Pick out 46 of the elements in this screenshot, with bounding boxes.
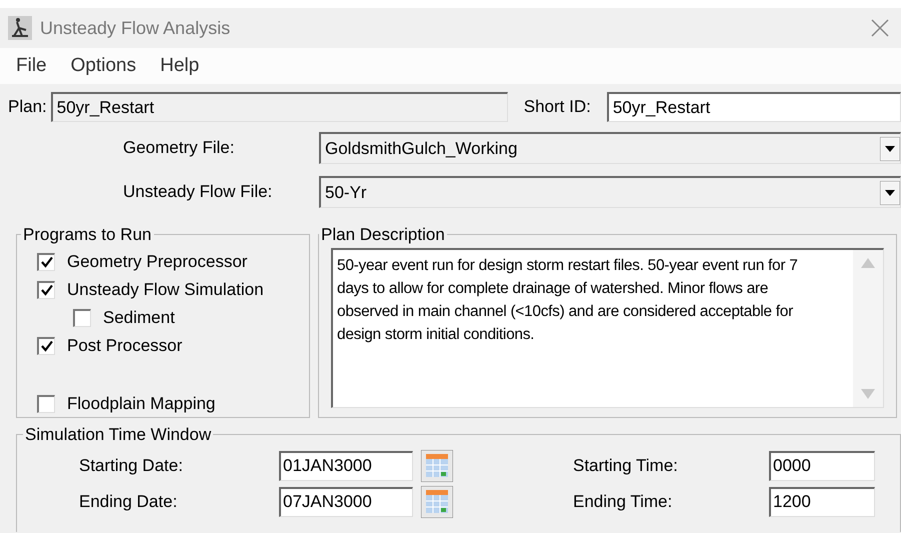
field-label: Starting Time: (573, 454, 679, 477)
close-icon[interactable] (871, 19, 889, 37)
dropdown-arrow-icon[interactable] (880, 180, 900, 204)
window-title: Unsteady Flow Analysis (40, 16, 230, 40)
checkbox-label: Sediment (103, 306, 175, 329)
checkbox[interactable] (37, 336, 55, 354)
group-title: Simulation Time Window (24, 424, 212, 446)
checkbox[interactable] (37, 394, 55, 412)
time-field[interactable]: 0000 (769, 450, 875, 480)
group-title: Plan Description (320, 224, 446, 246)
calendar-icon[interactable] (421, 450, 453, 482)
dropdown[interactable]: 50-Yr (319, 176, 901, 208)
plan-field[interactable]: 50yr_Restart (50, 92, 508, 122)
field-label: Starting Date: (79, 454, 184, 477)
field-label: Geometry File: (123, 137, 236, 160)
checkbox-label: Post Processor (67, 334, 182, 357)
dropdown[interactable]: GoldsmithGulch_Working (319, 132, 901, 164)
menu-item[interactable]: Options (70, 52, 136, 80)
date-field[interactable]: 01JAN3000 (279, 450, 413, 480)
check-icon (40, 284, 52, 296)
calendar-icon[interactable] (421, 486, 453, 518)
group-title: Programs to Run (22, 224, 152, 246)
figure-icon (8, 16, 32, 40)
checkbox[interactable] (73, 308, 91, 326)
checkbox-label: Floodplain Mapping (67, 392, 216, 415)
time-field[interactable]: 1200 (769, 486, 875, 516)
description-field[interactable] (331, 248, 884, 408)
check-icon (40, 340, 52, 352)
field-label: Ending Time: (573, 490, 674, 513)
field-label: Short ID: (524, 96, 591, 118)
dropdown-arrow-icon[interactable] (880, 136, 900, 160)
checkbox[interactable] (37, 252, 55, 270)
field-label: Plan: (8, 96, 47, 118)
menu-item[interactable]: Help (160, 52, 200, 80)
checkbox-label: Unsteady Flow Simulation (67, 278, 264, 301)
checkbox-label: Geometry Preprocessor (67, 250, 248, 273)
field-label: Ending Date: (79, 490, 178, 513)
dropdown-value: GoldsmithGulch_Working (325, 138, 518, 160)
dropdown-value: 50-Yr (325, 182, 368, 204)
date-field[interactable]: 07JAN3000 (279, 486, 413, 516)
field-label: Unsteady Flow File: (123, 181, 274, 204)
checkbox[interactable] (37, 280, 55, 298)
check-icon (40, 256, 52, 268)
short-id-field[interactable]: 50yr_Restart (606, 92, 901, 122)
description-text: 50-year event run for design storm restart files. 50-year event run for 7 days to allow for complete drainage of watershed. Minor flows are observed in main channel (<10cfs) and are considered acceptable for design storm initial conditions. (336, 256, 799, 344)
menu-item[interactable]: File (16, 52, 47, 80)
